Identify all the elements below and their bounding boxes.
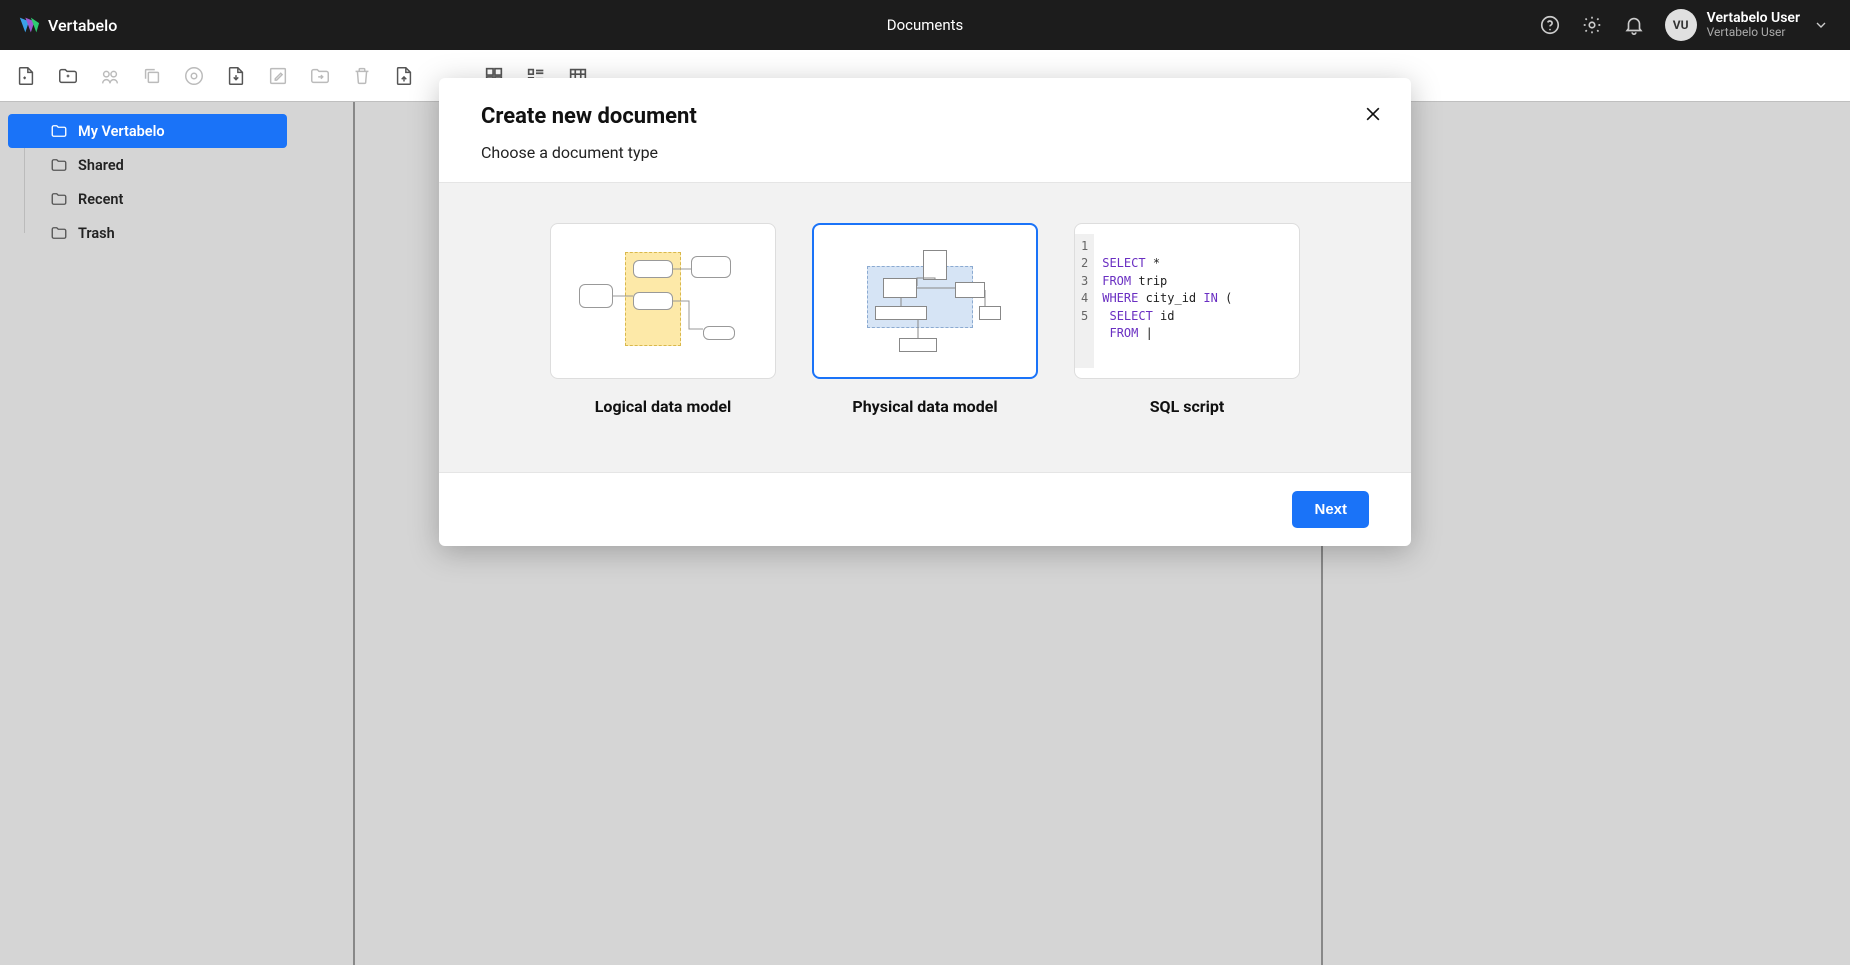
option-physical-data-model[interactable]: Physical data model xyxy=(812,223,1038,416)
create-document-modal: Create new document Choose a document ty… xyxy=(439,78,1411,546)
modal-header: Create new document Choose a document ty… xyxy=(439,78,1411,182)
modal-subtitle: Choose a document type xyxy=(481,143,1369,162)
logical-card-preview xyxy=(550,223,776,379)
close-icon[interactable] xyxy=(1359,100,1387,128)
next-button[interactable]: Next xyxy=(1292,491,1369,528)
option-logical-data-model[interactable]: Logical data model xyxy=(550,223,776,416)
modal-footer: Next xyxy=(439,472,1411,546)
option-label: SQL script xyxy=(1150,397,1225,416)
option-sql-script[interactable]: 1 2 3 4 5 SELECT * FROM trip WHERE city_… xyxy=(1074,223,1300,416)
option-label: Logical data model xyxy=(595,397,731,416)
physical-card-preview xyxy=(812,223,1038,379)
modal-title: Create new document xyxy=(481,104,1369,129)
option-label: Physical data model xyxy=(852,397,997,416)
modal-backdrop: Create new document Choose a document ty… xyxy=(0,0,1850,965)
sql-card-preview: 1 2 3 4 5 SELECT * FROM trip WHERE city_… xyxy=(1074,223,1300,379)
modal-body: Logical data model xyxy=(439,182,1411,472)
